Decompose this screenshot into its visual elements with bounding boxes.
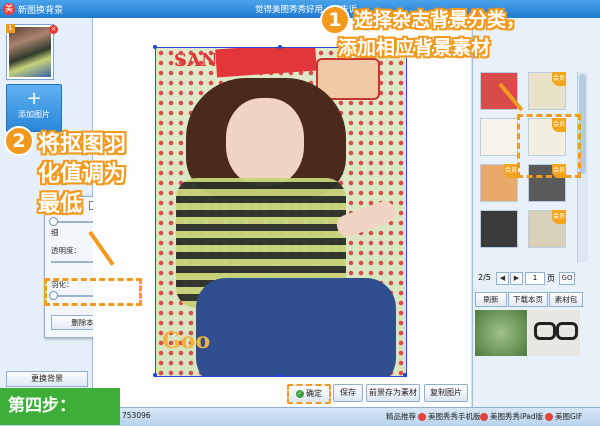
- status-item[interactable]: 美图秀秀iPad版: [480, 411, 543, 422]
- material-tile[interactable]: 会员: [528, 210, 566, 248]
- plus-icon: +: [26, 88, 42, 109]
- glasses-icon: [556, 322, 578, 340]
- step2-number-badge: 2: [4, 126, 34, 156]
- step4-label: 第四步：: [0, 388, 120, 425]
- window-title: 新图换背景: [18, 6, 64, 16]
- step2-instruction-line3: 最低: [38, 192, 83, 217]
- material-pack-thumb[interactable]: [475, 310, 527, 356]
- add-image-button[interactable]: + 添加图片: [6, 84, 62, 132]
- material-pack-thumb[interactable]: [528, 310, 580, 356]
- magazine-bottom-text: Goo: [162, 328, 211, 354]
- status-item[interactable]: 精品推荐: [386, 411, 416, 422]
- vip-badge: 会员: [552, 72, 566, 86]
- refresh-button[interactable]: 刷新: [475, 292, 507, 307]
- selected-material-highlight: [517, 114, 581, 178]
- material-tile[interactable]: 会员: [480, 164, 518, 202]
- material-tile[interactable]: [480, 210, 518, 248]
- step1-instruction-line1: 选择杂志背景分类，: [354, 9, 526, 31]
- resize-handle[interactable]: [403, 373, 407, 377]
- resize-handle[interactable]: [278, 45, 282, 49]
- add-image-label: 添加图片: [18, 110, 50, 119]
- fine-label: 细: [51, 228, 59, 237]
- resize-handle[interactable]: [153, 373, 157, 377]
- page-input[interactable]: 1: [525, 272, 545, 285]
- go-button[interactable]: GO: [559, 272, 575, 285]
- photo-canvas[interactable]: SAN Goo: [155, 47, 407, 377]
- step1-instruction-line2: 添加相应背景素材: [338, 37, 491, 59]
- vip-badge: 会员: [552, 210, 566, 224]
- save-foreground-as-material-button[interactable]: 前景存为素材: [366, 384, 420, 402]
- glasses-icon: [534, 322, 556, 340]
- status-item[interactable]: 美图GIF: [545, 411, 582, 422]
- resize-handle[interactable]: [278, 373, 282, 377]
- step1-number-badge: 1: [320, 5, 350, 35]
- meitu-icon: [418, 413, 426, 421]
- status-number: 753096: [122, 411, 151, 420]
- face-shape: [226, 98, 304, 186]
- meitu-icon: [480, 413, 488, 421]
- save-button[interactable]: 保存: [333, 384, 363, 402]
- step2-instruction-line2: 化值调为: [38, 162, 127, 187]
- page-label: 页: [547, 274, 555, 283]
- page-indicator: 2/5: [478, 273, 491, 282]
- outline-slider-knob[interactable]: [49, 217, 58, 226]
- thumbnail-close-icon[interactable]: ×: [49, 25, 58, 34]
- resize-handle[interactable]: [153, 45, 157, 49]
- status-item[interactable]: 美图秀秀手机版: [418, 411, 481, 422]
- thumbnail-number: 1: [6, 24, 15, 33]
- opacity-label: 透明度：: [51, 246, 81, 255]
- copy-image-button[interactable]: 复制图片: [424, 384, 468, 402]
- image-thumbnail[interactable]: 1: [6, 24, 54, 80]
- step2-instruction-line1: 将抠图羽: [38, 132, 127, 157]
- confirm-label: 确定: [306, 389, 322, 398]
- feather-highlight-box: [44, 278, 142, 306]
- confirm-button[interactable]: ✓ 确定: [287, 384, 331, 404]
- magazine-header-banner: [215, 48, 317, 78]
- vip-badge: 会员: [504, 164, 518, 178]
- material-tile[interactable]: [480, 72, 518, 110]
- next-page-icon[interactable]: ▶: [510, 272, 523, 285]
- magazine-top-text: SAN: [174, 50, 218, 71]
- prev-page-icon[interactable]: ◀: [496, 272, 509, 285]
- material-tile[interactable]: [480, 118, 518, 156]
- jeans-shape: [196, 278, 396, 376]
- check-icon: ✓: [296, 389, 304, 398]
- change-background-button[interactable]: 更换背景: [6, 371, 88, 387]
- meitu-icon: [545, 413, 553, 421]
- thumbnail-image: [9, 27, 51, 77]
- material-pack-button[interactable]: 素材包: [549, 292, 583, 307]
- app-logo-icon: 美: [3, 3, 15, 15]
- material-tile[interactable]: 会员: [528, 72, 566, 110]
- download-page-button[interactable]: 下载本页: [508, 292, 548, 307]
